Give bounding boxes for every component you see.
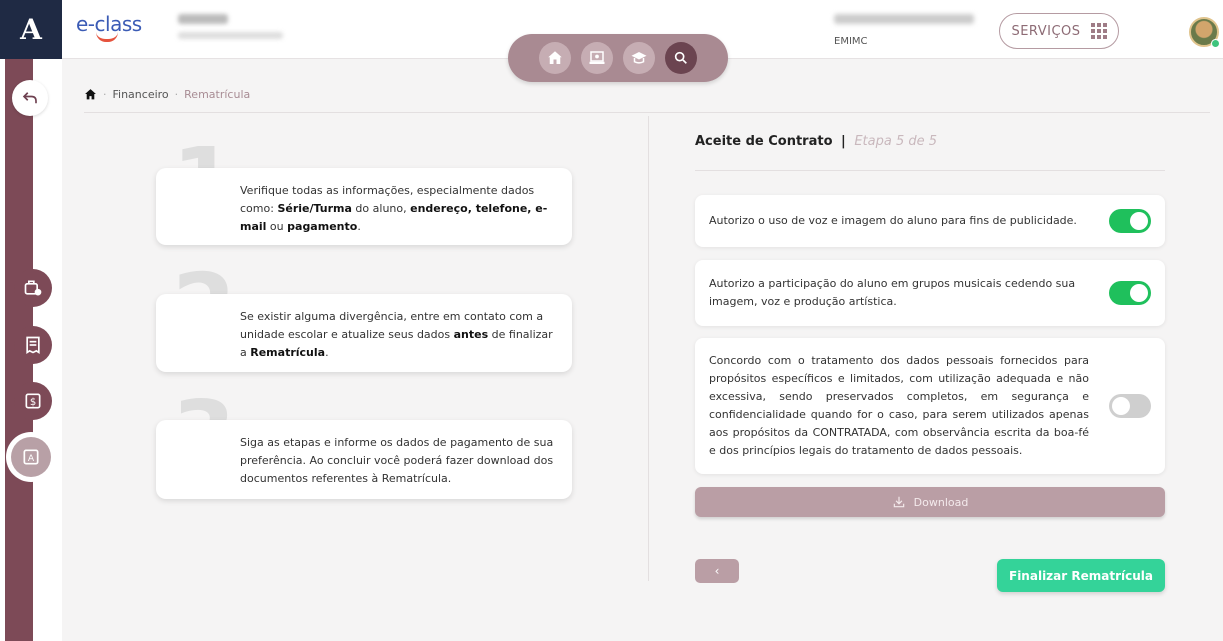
step-card-1: Verifique todas as informações, especial… (156, 168, 572, 245)
center-nav (508, 34, 728, 82)
dollar-document-icon[interactable]: $ (14, 382, 52, 420)
step-card-2: Se existir alguma divergência, entre em … (156, 294, 572, 372)
online-status-dot (1211, 39, 1220, 48)
school-info-blurred (178, 14, 283, 39)
step-1-bold-serie: Série/Turma (277, 202, 352, 215)
consent-toggle-music[interactable] (1109, 281, 1151, 305)
brand-logo[interactable]: A (0, 0, 62, 59)
stage-indicator: Etapa 5 de 5 (854, 134, 938, 149)
search-icon[interactable] (665, 42, 697, 74)
consent-text-music: Autorizo a participação do aluno em grup… (709, 277, 1076, 308)
step-2-text: . (325, 346, 329, 359)
consent-text-publicity: Autorizo o uso de voz e imagem do aluno … (709, 214, 1077, 227)
svg-text:$: $ (30, 397, 36, 408)
logo-smile (96, 32, 118, 42)
consent-card-data: Concordo com o tratamento dos dados pess… (695, 338, 1165, 474)
eclass-logo[interactable]: e-class (76, 12, 142, 42)
sidebar-item-rematricula[interactable]: A (6, 432, 56, 482)
step-card-3: Siga as etapas e informe os dados de pag… (156, 420, 572, 499)
contract-title: Aceite de Contrato (695, 134, 833, 149)
breadcrumb-item-financeiro[interactable]: Financeiro (113, 88, 169, 101)
contract-heading: Aceite de Contrato | Etapa 5 de 5 (695, 134, 937, 149)
download-button[interactable]: Download (695, 487, 1165, 517)
step-1-bold-payment: pagamento (287, 220, 358, 233)
chevron-left-icon: ‹ (714, 564, 720, 578)
step-3-text: Siga as etapas e informe os dados de pag… (240, 436, 554, 485)
column-divider (648, 116, 649, 581)
brand-letter: A (20, 13, 42, 46)
step-1-text: . (357, 220, 361, 233)
finish-label: Finalizar Rematrícula (1009, 568, 1153, 583)
finish-rematricula-button[interactable]: Finalizar Rematrícula (997, 559, 1165, 592)
services-button[interactable]: SERVIÇOS (999, 13, 1119, 49)
breadcrumb: · Financeiro · Rematrícula (84, 88, 250, 101)
user-unit: EMIMC (834, 36, 868, 47)
briefcase-clock-icon[interactable] (14, 269, 52, 307)
home-icon[interactable] (84, 88, 97, 101)
graduation-icon[interactable] (623, 42, 655, 74)
consent-card-music: Autorizo a participação do aluno em grup… (695, 260, 1165, 326)
enrollment-icon: A (11, 437, 51, 477)
previous-step-button[interactable]: ‹ (695, 559, 739, 583)
step-2-bold-antes: antes (453, 328, 489, 341)
services-label: SERVIÇOS (1011, 23, 1081, 39)
download-label: Download (913, 495, 969, 509)
home-icon[interactable] (539, 42, 571, 74)
user-name-blurred (834, 14, 974, 24)
title-divider (695, 170, 1165, 171)
consent-text-data: Concordo com o tratamento dos dados pess… (709, 354, 1089, 457)
receipt-icon[interactable] (14, 326, 52, 364)
download-icon (893, 496, 904, 508)
step-1-text: do aluno, (351, 202, 411, 215)
consent-card-publicity: Autorizo o uso de voz e imagem do aluno … (695, 195, 1165, 247)
svg-text:A: A (28, 453, 35, 464)
breadcrumb-divider (84, 112, 1210, 113)
presentation-icon[interactable] (581, 42, 613, 74)
step-2-bold-rematricula: Rematrícula (250, 346, 326, 359)
step-1-text: ou (266, 220, 288, 233)
consent-toggle-data[interactable] (1109, 394, 1151, 418)
breadcrumb-item-rematricula: Rematrícula (184, 88, 251, 101)
title-separator: | (841, 134, 846, 149)
grid-icon (1090, 23, 1107, 39)
consent-toggle-publicity[interactable] (1109, 209, 1151, 233)
back-arrow-icon[interactable] (12, 80, 48, 116)
